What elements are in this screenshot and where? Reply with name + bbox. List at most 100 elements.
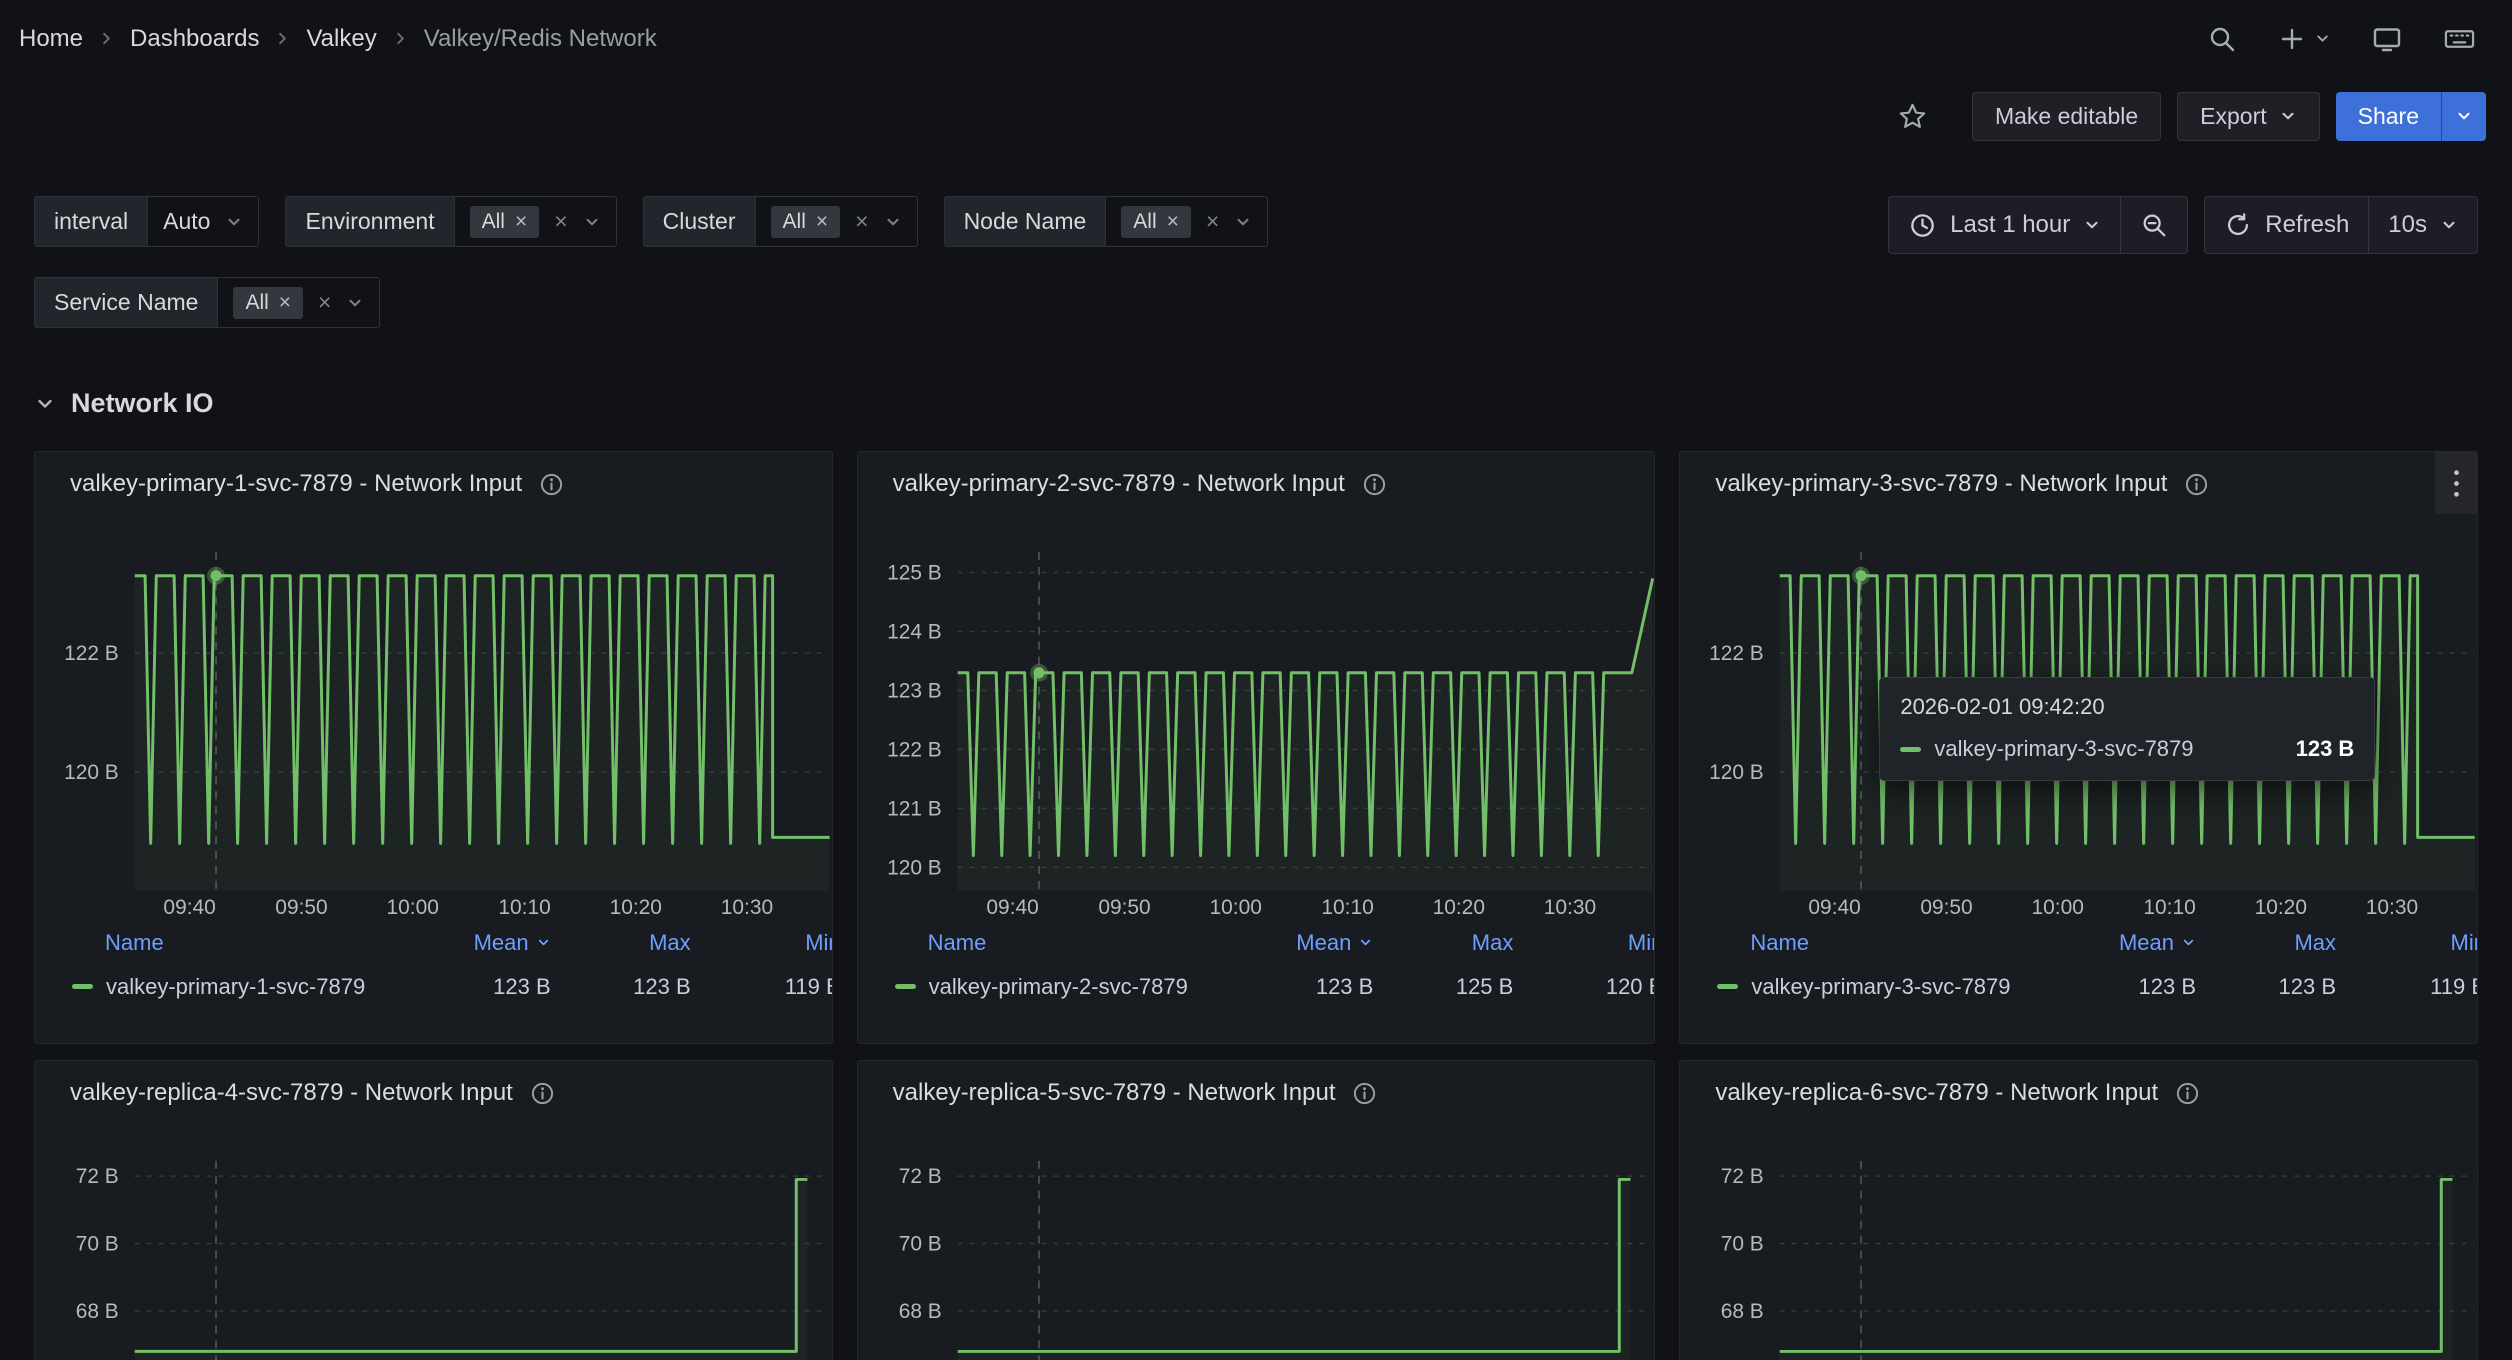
- section-network-io[interactable]: Network IO: [34, 388, 2512, 419]
- clear-icon[interactable]: ×: [318, 289, 331, 316]
- panel-title[interactable]: valkey-primary-3-svc-7879 - Network Inpu…: [1715, 470, 2167, 498]
- export-button[interactable]: Export: [2177, 92, 2319, 141]
- info-icon[interactable]: [2175, 1081, 2200, 1106]
- filter-chip[interactable]: All×: [771, 206, 841, 238]
- chart-svg[interactable]: 72 B70 B68 B09:4009:5010:0010:1010:2010:…: [35, 1125, 832, 1360]
- timeseries-chart[interactable]: 122 B120 B09:4009:5010:0010:1010:2010:30…: [1680, 516, 2477, 921]
- breadcrumb-dashboards[interactable]: Dashboards: [130, 25, 259, 53]
- panel-legend: Name Mean Max Min valkey-primary-3-svc-7…: [1680, 921, 2477, 1009]
- legend-header-max[interactable]: Max: [561, 930, 701, 956]
- series-line: [957, 1179, 1630, 1351]
- filter-chip[interactable]: All×: [470, 206, 540, 238]
- timeseries-chart[interactable]: 72 B70 B68 B09:4009:5010:0010:1010:2010:…: [1680, 1125, 2477, 1360]
- share-button[interactable]: Share: [2336, 92, 2441, 141]
- info-icon[interactable]: [2184, 472, 2209, 497]
- legend-header-min[interactable]: Min: [2346, 930, 2478, 956]
- time-range-picker[interactable]: Last 1 hour: [1889, 197, 2120, 253]
- svg-text:123 B: 123 B: [887, 679, 942, 702]
- info-icon[interactable]: [1362, 472, 1387, 497]
- chevron-down-icon[interactable]: [346, 294, 364, 312]
- variable-select-node-name[interactable]: All× ×: [1105, 196, 1268, 247]
- svg-text:72 B: 72 B: [1721, 1165, 1764, 1188]
- legend-header-max[interactable]: Max: [2206, 930, 2346, 956]
- panel-menu-button[interactable]: [2435, 452, 2477, 514]
- refresh-interval-picker[interactable]: 10s: [2368, 197, 2477, 253]
- kebab-icon: [2452, 468, 2461, 499]
- svg-text:10:00: 10:00: [387, 896, 439, 919]
- dashboard-toolbar: Make editable Export Share: [0, 77, 2512, 155]
- refresh-button[interactable]: Refresh: [2205, 197, 2368, 253]
- chip-remove-icon[interactable]: ×: [515, 211, 527, 232]
- svg-text:70 B: 70 B: [1721, 1233, 1764, 1256]
- timeseries-chart[interactable]: 125 B124 B123 B122 B121 B120 B09:4009:50…: [858, 516, 1655, 921]
- svg-text:09:50: 09:50: [1098, 896, 1150, 919]
- star-icon[interactable]: [1897, 101, 1928, 132]
- add-dropdown-button[interactable]: [2277, 24, 2331, 54]
- variable-select-interval[interactable]: Auto: [147, 196, 259, 247]
- legend-header-name[interactable]: Name: [895, 930, 1244, 956]
- svg-text:10:10: 10:10: [1321, 896, 1373, 919]
- chart-svg[interactable]: 122 B120 B09:4009:5010:0010:1010:2010:30: [35, 516, 832, 921]
- breadcrumb-current: Valkey/Redis Network: [424, 25, 657, 53]
- chip-remove-icon[interactable]: ×: [279, 292, 291, 313]
- panel-title[interactable]: valkey-replica-5-svc-7879 - Network Inpu…: [893, 1079, 1336, 1107]
- panel-header: valkey-primary-2-svc-7879 - Network Inpu…: [858, 452, 1655, 516]
- clear-icon[interactable]: ×: [554, 208, 567, 235]
- chevron-down-icon[interactable]: [225, 213, 243, 231]
- legend-max-value: 123 B: [561, 974, 701, 1000]
- chip-remove-icon[interactable]: ×: [1167, 211, 1179, 232]
- legend-header-mean[interactable]: Mean: [421, 930, 561, 956]
- tooltip-timestamp: 2026-02-01 09:42:20: [1880, 678, 2374, 728]
- legend-series-name[interactable]: valkey-primary-2-svc-7879: [929, 974, 1188, 1000]
- info-icon[interactable]: [539, 472, 564, 497]
- search-icon[interactable]: [2207, 24, 2237, 54]
- legend-header-mean[interactable]: Mean: [1243, 930, 1383, 956]
- panel-title[interactable]: valkey-primary-1-svc-7879 - Network Inpu…: [70, 470, 522, 498]
- breadcrumb-home[interactable]: Home: [19, 25, 83, 53]
- panel-title[interactable]: valkey-primary-2-svc-7879 - Network Inpu…: [893, 470, 1345, 498]
- svg-text:120 B: 120 B: [887, 856, 942, 879]
- legend-header-max[interactable]: Max: [1383, 930, 1523, 956]
- timeseries-chart[interactable]: 72 B70 B68 B09:4009:5010:0010:1010:2010:…: [35, 1125, 832, 1360]
- panel-title[interactable]: valkey-replica-4-svc-7879 - Network Inpu…: [70, 1079, 513, 1107]
- variable-select-cluster[interactable]: All× ×: [755, 196, 918, 247]
- variable-select-environment[interactable]: All× ×: [454, 196, 617, 247]
- chart-svg[interactable]: 125 B124 B123 B122 B121 B120 B09:4009:50…: [858, 516, 1655, 921]
- breadcrumb-folder[interactable]: Valkey: [306, 25, 376, 53]
- svg-text:68 B: 68 B: [1721, 1300, 1764, 1323]
- panel-legend: Name Mean Max Min valkey-primary-2-svc-7…: [858, 921, 1655, 1009]
- chart-svg[interactable]: 72 B70 B68 B09:4009:5010:0010:1010:2010:…: [1680, 1125, 2477, 1360]
- legend-series-name[interactable]: valkey-primary-1-svc-7879: [106, 974, 365, 1000]
- chip-remove-icon[interactable]: ×: [816, 211, 828, 232]
- variable-interval: interval Auto: [34, 196, 259, 247]
- panel-title[interactable]: valkey-replica-6-svc-7879 - Network Inpu…: [1715, 1079, 2158, 1107]
- legend-header-min[interactable]: Min: [701, 930, 833, 956]
- chevron-down-icon[interactable]: [884, 213, 902, 231]
- timeseries-chart[interactable]: 122 B120 B09:4009:5010:0010:1010:2010:30: [35, 516, 832, 921]
- timeseries-chart[interactable]: 72 B70 B68 B09:4009:5010:0010:1010:2010:…: [858, 1125, 1655, 1360]
- chevron-down-icon[interactable]: [1234, 213, 1252, 231]
- crosshair-marker: [1856, 570, 1867, 581]
- zoom-out-button[interactable]: [2120, 197, 2187, 253]
- clear-icon[interactable]: ×: [1206, 208, 1219, 235]
- info-icon[interactable]: [530, 1081, 555, 1106]
- clear-icon[interactable]: ×: [855, 208, 868, 235]
- svg-text:10:10: 10:10: [498, 896, 550, 919]
- legend-header-name[interactable]: Name: [72, 930, 421, 956]
- legend-series-name[interactable]: valkey-primary-3-svc-7879: [1751, 974, 2010, 1000]
- clock-icon: [1908, 211, 1937, 240]
- chart-svg[interactable]: 72 B70 B68 B09:4009:5010:0010:1010:2010:…: [858, 1125, 1655, 1360]
- legend-header-mean[interactable]: Mean: [2066, 930, 2206, 956]
- filter-chip[interactable]: All×: [1121, 206, 1191, 238]
- share-dropdown-button[interactable]: [2441, 92, 2486, 141]
- monitor-icon[interactable]: [2371, 23, 2403, 55]
- filter-chip[interactable]: All×: [233, 287, 303, 319]
- info-icon[interactable]: [1352, 1081, 1377, 1106]
- legend-header-min[interactable]: Min: [1523, 930, 1655, 956]
- legend-header-name[interactable]: Name: [1717, 930, 2066, 956]
- make-editable-button[interactable]: Make editable: [1972, 92, 2161, 141]
- chevron-down-icon: [1358, 935, 1373, 950]
- chevron-down-icon[interactable]: [583, 213, 601, 231]
- keyboard-icon[interactable]: [2443, 23, 2476, 54]
- variable-select-service-name[interactable]: All× ×: [217, 277, 380, 328]
